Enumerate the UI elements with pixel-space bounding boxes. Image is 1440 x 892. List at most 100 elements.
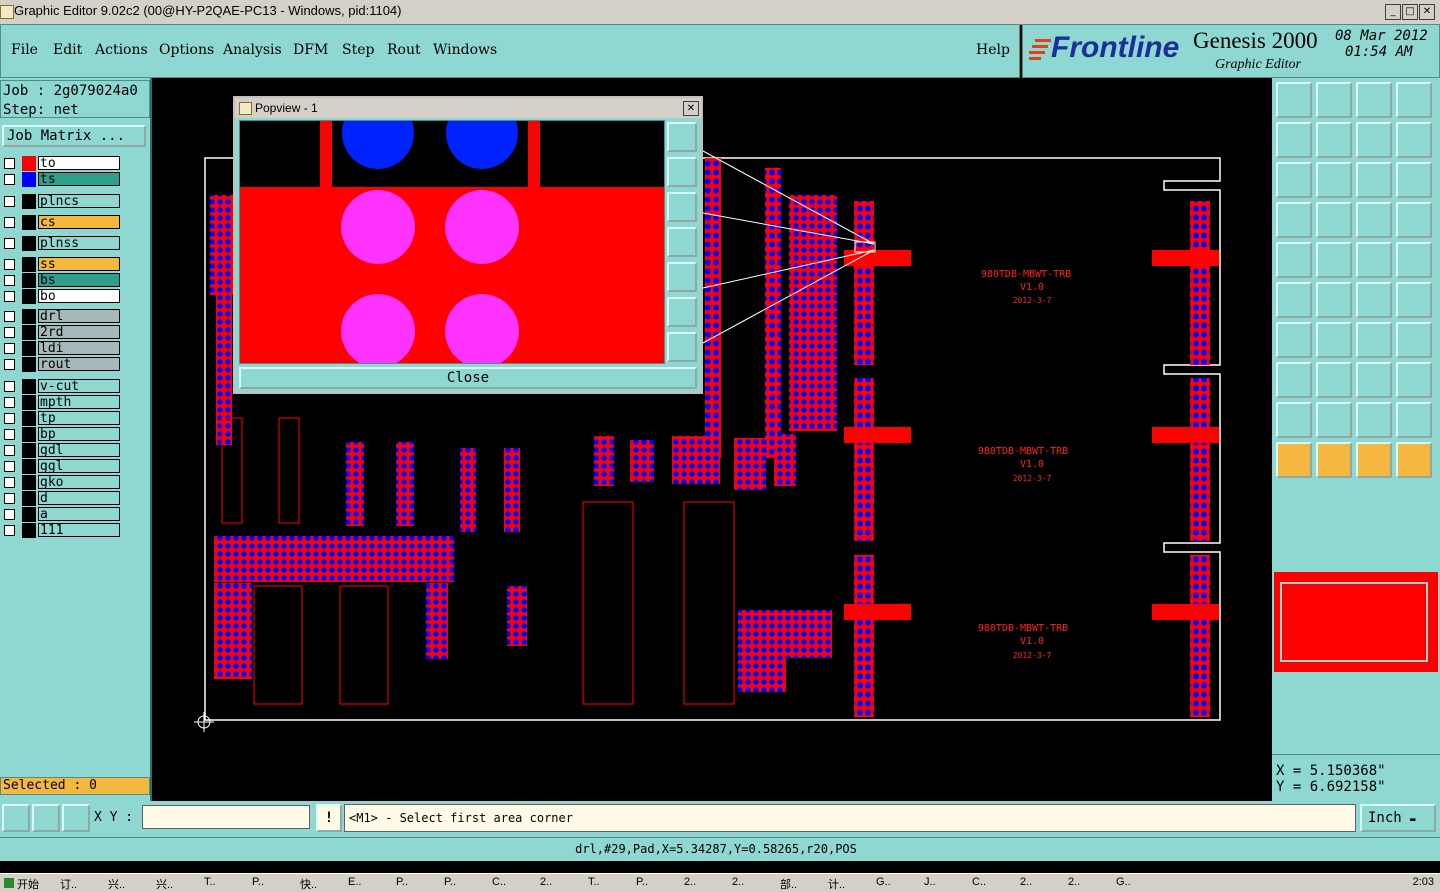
- close-button[interactable]: ✕: [1419, 4, 1435, 20]
- taskbar-item[interactable]: T..: [588, 876, 632, 890]
- taskbar-item[interactable]: 兴..: [108, 876, 152, 890]
- menu-analysis[interactable]: Analysis: [223, 42, 282, 58]
- layer-name[interactable]: bs: [38, 273, 120, 288]
- scale-1-to-1-icon[interactable]: [1356, 162, 1392, 198]
- popview-zoom-out-button[interactable]: [667, 332, 697, 362]
- taskbar-item[interactable]: 2..: [684, 876, 728, 890]
- layer-row-ts[interactable]: ts: [2, 172, 120, 187]
- mirror-icon[interactable]: [1396, 322, 1432, 358]
- layer-checkbox[interactable]: [4, 525, 15, 536]
- pad-shape-icon[interactable]: [1396, 242, 1432, 278]
- delete-feature-icon[interactable]: [1316, 282, 1352, 318]
- menu-help[interactable]: Help: [976, 42, 1010, 58]
- taskbar-item[interactable]: 快..: [300, 876, 344, 890]
- layer-checkbox[interactable]: [4, 217, 15, 228]
- taskbar-item[interactable]: 订..: [60, 876, 104, 890]
- menu-file[interactable]: File: [11, 42, 38, 58]
- layer-row-plnss[interactable]: plnss: [2, 236, 120, 251]
- layer-row-bp[interactable]: bp: [2, 427, 120, 442]
- copy-feature-icon[interactable]: [1396, 282, 1432, 318]
- layer-row-2rd[interactable]: 2rd: [2, 325, 120, 340]
- grid-icon[interactable]: [62, 804, 90, 832]
- zoom-frame-icon[interactable]: [1396, 82, 1432, 118]
- layer-name[interactable]: to: [38, 156, 120, 171]
- layer-name[interactable]: ggl: [38, 459, 120, 474]
- layer-checkbox[interactable]: [4, 238, 15, 249]
- layer-row-rout[interactable]: rout: [2, 357, 120, 372]
- layer-checkbox[interactable]: [4, 275, 15, 286]
- layer-row-gdl[interactable]: gdl: [2, 443, 120, 458]
- measure-icon[interactable]: [32, 804, 60, 832]
- layer-row-mpth[interactable]: mpth: [2, 395, 120, 410]
- layer-checkbox[interactable]: [4, 311, 15, 322]
- layer-checkbox[interactable]: [4, 343, 15, 354]
- menu-actions[interactable]: Actions: [95, 42, 148, 58]
- taskbar-item[interactable]: 2..: [732, 876, 776, 890]
- layer-row-drl[interactable]: drl: [2, 309, 120, 324]
- break-line-icon[interactable]: [1316, 362, 1352, 398]
- popview-pan-right-button[interactable]: [667, 262, 697, 292]
- select-feature-icon[interactable]: [1276, 242, 1312, 278]
- layer-name[interactable]: 2rd: [38, 325, 120, 340]
- layer-checkbox[interactable]: [4, 413, 15, 424]
- popview-pan-left-button[interactable]: [667, 227, 697, 257]
- pointer-orange-icon[interactable]: [1356, 442, 1392, 478]
- measure-icon[interactable]: [1276, 202, 1312, 238]
- redraw-icon[interactable]: [1356, 122, 1392, 158]
- snap-toggle-icon[interactable]: [1396, 122, 1432, 158]
- layer-name[interactable]: gko: [38, 475, 120, 490]
- layer-name[interactable]: rout: [38, 357, 120, 372]
- start-button[interactable]: 开始: [4, 876, 50, 890]
- layer-netlist-icon[interactable]: [1396, 202, 1432, 238]
- layer-checkbox[interactable]: [4, 259, 15, 270]
- menu-step[interactable]: Step: [342, 42, 374, 58]
- layer-row-cs[interactable]: cs: [2, 215, 120, 230]
- popview-pan-up-button[interactable]: [667, 157, 697, 187]
- layer-row-bo[interactable]: bo: [2, 289, 120, 304]
- taskbar-item[interactable]: 部..: [780, 876, 824, 890]
- layer-checkbox[interactable]: [4, 461, 15, 472]
- taskbar-item[interactable]: G..: [1116, 876, 1160, 890]
- rotate-icon[interactable]: [1356, 322, 1392, 358]
- layer-compare-icon[interactable]: [1356, 202, 1392, 238]
- taskbar-item[interactable]: C..: [972, 876, 1016, 890]
- layer-row-ss[interactable]: ss: [2, 257, 120, 272]
- layer-row-111[interactable]: 111: [2, 523, 120, 538]
- layer-checkbox[interactable]: [4, 291, 15, 302]
- taskbar-item[interactable]: 兴..: [156, 876, 200, 890]
- layer-row-d[interactable]: d: [2, 491, 120, 506]
- taskbar-item[interactable]: 2..: [1068, 876, 1112, 890]
- pointer-icon[interactable]: [1276, 442, 1312, 478]
- zoom-home-icon[interactable]: [1356, 82, 1392, 118]
- draw-arc-icon[interactable]: [1356, 402, 1392, 438]
- menu-edit[interactable]: Edit: [53, 42, 82, 58]
- home-view-icon[interactable]: [1276, 82, 1312, 118]
- draw-pad-icon[interactable]: [1276, 402, 1312, 438]
- layer-name[interactable]: d: [38, 491, 120, 506]
- query-icon[interactable]: [1396, 162, 1432, 198]
- menu-options[interactable]: Options: [159, 42, 214, 58]
- layer-row-plncs[interactable]: plncs: [2, 194, 120, 209]
- pointer-snap-icon[interactable]: [1316, 442, 1352, 478]
- layer-checkbox[interactable]: [4, 397, 15, 408]
- overview-map[interactable]: [1274, 572, 1438, 672]
- net-highlight-icon[interactable]: [1276, 282, 1312, 318]
- layer-name[interactable]: cs: [38, 215, 120, 230]
- layer-name[interactable]: bp: [38, 427, 120, 442]
- layer-row-tp[interactable]: tp: [2, 411, 120, 426]
- layer-name[interactable]: 111: [38, 523, 120, 538]
- popview-zoom-in-button[interactable]: [667, 297, 697, 327]
- zoom-window-icon[interactable]: [1316, 82, 1352, 118]
- grid-toggle-icon[interactable]: [1316, 202, 1352, 238]
- layer-row-to[interactable]: to: [2, 156, 120, 171]
- center-view-icon[interactable]: [1316, 162, 1352, 198]
- ruler-icon[interactable]: [1356, 242, 1392, 278]
- units-selector[interactable]: Inch ▬: [1360, 804, 1436, 832]
- taskbar-item[interactable]: P..: [444, 876, 488, 890]
- snap-icon[interactable]: [2, 804, 30, 832]
- draw-line-icon[interactable]: [1316, 402, 1352, 438]
- menu-windows[interactable]: Windows: [433, 42, 497, 58]
- layer-checkbox[interactable]: [4, 381, 15, 392]
- layer-checkbox[interactable]: [4, 493, 15, 504]
- layer-name[interactable]: ss: [38, 257, 120, 272]
